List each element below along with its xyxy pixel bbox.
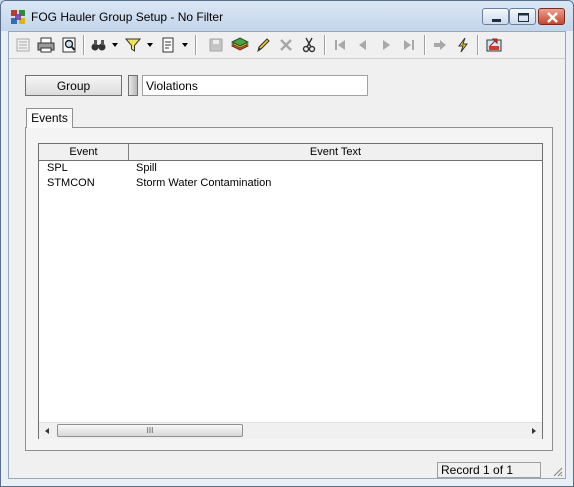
cut-button[interactable]	[298, 34, 320, 56]
column-header-event[interactable]: Event	[39, 144, 129, 160]
lightning-button[interactable]	[452, 34, 474, 56]
print-button[interactable]	[35, 34, 57, 56]
group-button[interactable]: Group	[25, 75, 122, 96]
find-button[interactable]	[88, 34, 110, 56]
resize-grip-icon[interactable]	[551, 465, 563, 477]
print-preview-icon	[62, 37, 76, 53]
lightning-icon	[458, 37, 468, 53]
next-record-icon	[383, 40, 390, 50]
cut-icon	[302, 37, 316, 53]
chevron-down-icon	[182, 43, 188, 47]
column-header-event-text[interactable]: Event Text	[129, 144, 542, 160]
grid-header: Event Event Text	[39, 144, 542, 161]
next-record-button[interactable]	[375, 34, 397, 56]
close-icon	[547, 12, 558, 23]
save-button[interactable]	[205, 34, 227, 56]
toolbar-separator	[324, 35, 326, 55]
cell-event: SPL	[47, 162, 68, 174]
first-record-icon	[335, 40, 345, 50]
maximize-button[interactable]	[509, 8, 536, 25]
report-icon	[162, 37, 174, 53]
scroll-left-button[interactable]	[39, 423, 55, 439]
print-preview-button[interactable]	[58, 34, 80, 56]
filter-icon	[125, 38, 141, 52]
report-dropdown-button[interactable]	[180, 34, 190, 56]
filter-dropdown-button[interactable]	[145, 34, 155, 56]
record-status: Record 1 of 1	[437, 462, 541, 478]
events-grid[interactable]: Event Event Text SPL Spill STMCON Storm …	[38, 143, 543, 439]
minimize-icon	[492, 19, 501, 22]
tab-events[interactable]: Events	[26, 108, 73, 128]
toolbar	[9, 32, 565, 59]
field-indicator	[128, 75, 138, 96]
app-window: FOG Hauler Group Setup - No Filter Group…	[0, 0, 574, 487]
scroll-thumb[interactable]: III	[57, 424, 243, 437]
delete-icon	[280, 39, 292, 51]
toolbar-separator	[424, 35, 426, 55]
print-icon	[37, 37, 55, 53]
edit-button[interactable]	[252, 34, 274, 56]
horizontal-scrollbar[interactable]: III	[39, 422, 542, 439]
edit-icon	[257, 38, 270, 53]
first-record-button[interactable]	[329, 34, 351, 56]
filter-button[interactable]	[122, 34, 144, 56]
scroll-right-button[interactable]	[526, 423, 542, 439]
maximize-icon	[518, 13, 529, 22]
cell-event: STMCON	[47, 177, 95, 189]
toolbar-separator	[83, 35, 85, 55]
chevron-right-icon	[532, 428, 536, 434]
previous-record-button[interactable]	[352, 34, 374, 56]
last-record-button[interactable]	[398, 34, 420, 56]
chevron-down-icon	[147, 43, 153, 47]
toolbar-separator	[477, 35, 479, 55]
add-record-button[interactable]	[229, 34, 251, 56]
form-client-area: Group Violations Events Event Event Text…	[8, 31, 566, 479]
app-icon	[11, 10, 25, 24]
find-dropdown-button[interactable]	[110, 34, 120, 56]
events-tab-panel: Event Event Text SPL Spill STMCON Storm …	[25, 127, 553, 451]
previous-record-icon	[359, 40, 366, 50]
cell-event-text: Storm Water Contamination	[136, 177, 272, 189]
list-view-icon	[16, 38, 30, 52]
list-view-button[interactable]	[12, 34, 34, 56]
goto-icon	[434, 40, 446, 50]
table-row[interactable]: STMCON Storm Water Contamination	[39, 176, 542, 191]
goto-button[interactable]	[429, 34, 451, 56]
window-title: FOG Hauler Group Setup - No Filter	[31, 10, 224, 24]
table-row[interactable]: SPL Spill	[39, 161, 542, 176]
status-bar: Record 1 of 1	[9, 462, 565, 478]
chevron-down-icon	[112, 43, 118, 47]
save-icon	[209, 38, 223, 52]
report-button[interactable]	[157, 34, 179, 56]
group-field[interactable]: Violations	[142, 75, 368, 96]
delete-button[interactable]	[275, 34, 297, 56]
close-button[interactable]	[538, 8, 565, 25]
cell-event-text: Spill	[136, 162, 157, 174]
last-record-icon	[404, 40, 414, 50]
exit-icon	[486, 38, 502, 52]
scroll-grip-label: III	[146, 426, 154, 435]
find-icon	[91, 40, 106, 51]
chevron-left-icon	[45, 428, 49, 434]
title-bar[interactable]: FOG Hauler Group Setup - No Filter	[1, 1, 573, 31]
minimize-button[interactable]	[482, 8, 509, 25]
add-record-icon	[231, 37, 249, 51]
exit-button[interactable]	[483, 34, 505, 56]
toolbar-separator	[195, 35, 197, 55]
